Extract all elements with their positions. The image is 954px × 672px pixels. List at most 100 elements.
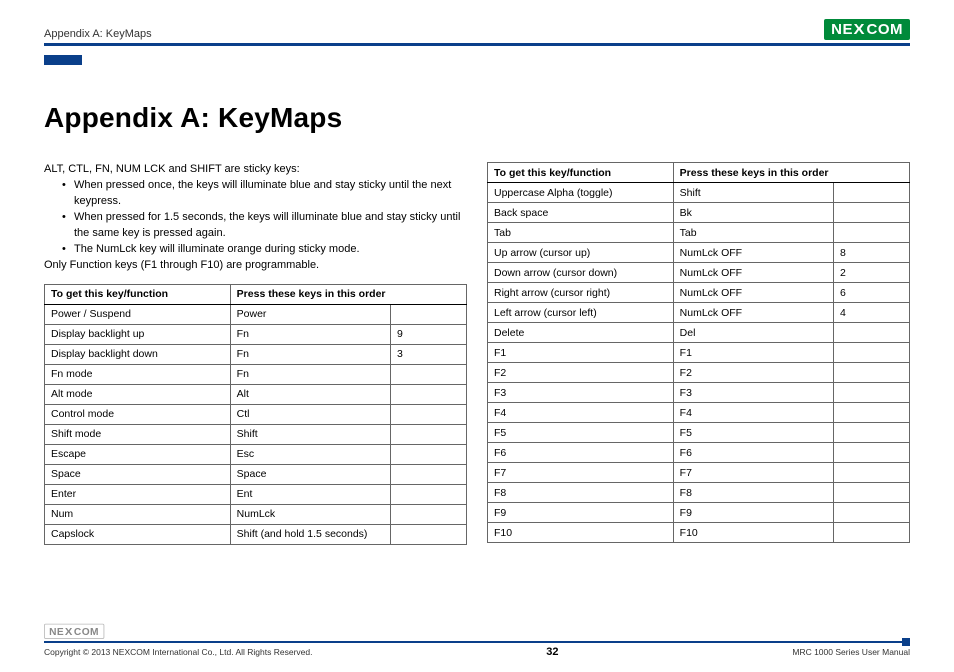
cell-function: Right arrow (cursor right) (488, 283, 674, 303)
cell-key2: 9 (391, 324, 467, 344)
table-row: Left arrow (cursor left)NumLck OFF4 (488, 303, 910, 323)
cell-key2 (834, 443, 910, 463)
logo-text-com: COM (867, 21, 904, 38)
intro-bullet: When pressed once, the keys will illumin… (62, 178, 467, 210)
table-row: F1F1 (488, 343, 910, 363)
cell-key2 (834, 523, 910, 543)
intro-leadin: ALT, CTL, FN, NUM LCK and SHIFT are stic… (44, 162, 467, 178)
cell-key1: Shift (230, 424, 390, 444)
cell-key1: Fn (230, 324, 390, 344)
cell-key1: Tab (673, 223, 833, 243)
table-row: TabTab (488, 223, 910, 243)
cell-key2 (391, 304, 467, 324)
cell-function: Delete (488, 323, 674, 343)
cell-key1: F2 (673, 363, 833, 383)
cell-function: F4 (488, 403, 674, 423)
table-row: F5F5 (488, 423, 910, 443)
cell-key2: 6 (834, 283, 910, 303)
cell-key1: Bk (673, 203, 833, 223)
keymap-table-right: To get this key/function Press these key… (487, 162, 910, 543)
cell-key1: Fn (230, 344, 390, 364)
cell-function: Space (45, 464, 231, 484)
cell-key2: 4 (834, 303, 910, 323)
footer-row: Copyright © 2013 NEXCOM International Co… (44, 646, 910, 658)
cell-function: F10 (488, 523, 674, 543)
header-accent-block (44, 55, 82, 65)
cell-key2 (834, 383, 910, 403)
table-row: Alt modeAlt (45, 384, 467, 404)
cell-function: Num (45, 504, 231, 524)
page: Appendix A: KeyMaps NEXCOM Appendix A: K… (0, 0, 954, 672)
nexcom-logo: NEXCOM (824, 19, 910, 40)
cell-key2 (391, 484, 467, 504)
cell-key2 (391, 504, 467, 524)
intro-bullet: When pressed for 1.5 seconds, the keys w… (62, 210, 467, 242)
intro-bullets: When pressed once, the keys will illumin… (44, 178, 467, 258)
table-row: DeleteDel (488, 323, 910, 343)
table-row: F8F8 (488, 483, 910, 503)
cell-key2 (391, 364, 467, 384)
cell-key1: NumLck (230, 504, 390, 524)
cell-key1: Del (673, 323, 833, 343)
cell-key2 (834, 363, 910, 383)
table-header-keys: Press these keys in this order (673, 163, 909, 183)
footer-page-number: 32 (546, 646, 558, 658)
header-divider (44, 43, 910, 46)
cell-key1: NumLck OFF (673, 243, 833, 263)
cell-key2 (834, 223, 910, 243)
table-row: F9F9 (488, 503, 910, 523)
cell-key2 (391, 444, 467, 464)
intro-tail: Only Function keys (F1 through F10) are … (44, 258, 467, 274)
cell-key2 (391, 424, 467, 444)
cell-function: Alt mode (45, 384, 231, 404)
right-column: To get this key/function Press these key… (487, 162, 910, 545)
footer-logo: NEXCOM (44, 621, 910, 641)
section-label: Appendix A: KeyMaps (44, 28, 152, 40)
footer-copyright: Copyright © 2013 NEXCOM International Co… (44, 647, 312, 657)
cell-key1: Alt (230, 384, 390, 404)
cell-key2 (834, 483, 910, 503)
cell-key1: F6 (673, 443, 833, 463)
table-row: F6F6 (488, 443, 910, 463)
cell-function: Shift mode (45, 424, 231, 444)
cell-key2 (834, 423, 910, 443)
table-row: Back spaceBk (488, 203, 910, 223)
cell-key2: 2 (834, 263, 910, 283)
cell-key1: F1 (673, 343, 833, 363)
cell-function: Tab (488, 223, 674, 243)
cell-key2 (834, 503, 910, 523)
cell-key2: 8 (834, 243, 910, 263)
left-column: ALT, CTL, FN, NUM LCK and SHIFT are stic… (44, 162, 467, 545)
cell-key2 (391, 524, 467, 544)
cell-function: F3 (488, 383, 674, 403)
keymap-table-left: To get this key/function Press these key… (44, 284, 467, 545)
table-row: Right arrow (cursor right)NumLck OFF6 (488, 283, 910, 303)
table-row: CapslockShift (and hold 1.5 seconds) (45, 524, 467, 544)
table-row: Up arrow (cursor up)NumLck OFF8 (488, 243, 910, 263)
table-row: F10F10 (488, 523, 910, 543)
cell-key1: F7 (673, 463, 833, 483)
cell-key1: Esc (230, 444, 390, 464)
cell-function: F1 (488, 343, 674, 363)
cell-key1: NumLck OFF (673, 303, 833, 323)
cell-key1: NumLck OFF (673, 263, 833, 283)
cell-function: Escape (45, 444, 231, 464)
nexcom-logo-icon: NEXCOM (824, 19, 910, 40)
cell-function: F6 (488, 443, 674, 463)
cell-key1: F4 (673, 403, 833, 423)
cell-key1: F5 (673, 423, 833, 443)
cell-key2 (391, 384, 467, 404)
cell-key1: F10 (673, 523, 833, 543)
intro-text: ALT, CTL, FN, NUM LCK and SHIFT are stic… (44, 162, 467, 274)
intro-bullet: The NumLck key will illuminate orange du… (62, 242, 467, 258)
cell-key1: Power (230, 304, 390, 324)
table-header-row: To get this key/function Press these key… (488, 163, 910, 183)
cell-key1: Shift (and hold 1.5 seconds) (230, 524, 390, 544)
cell-function: Up arrow (cursor up) (488, 243, 674, 263)
table-row: Down arrow (cursor down)NumLck OFF2 (488, 263, 910, 283)
cell-function: Enter (45, 484, 231, 504)
cell-key1: F8 (673, 483, 833, 503)
footer-divider (44, 641, 910, 643)
cell-key2 (391, 464, 467, 484)
cell-function: Uppercase Alpha (toggle) (488, 183, 674, 203)
